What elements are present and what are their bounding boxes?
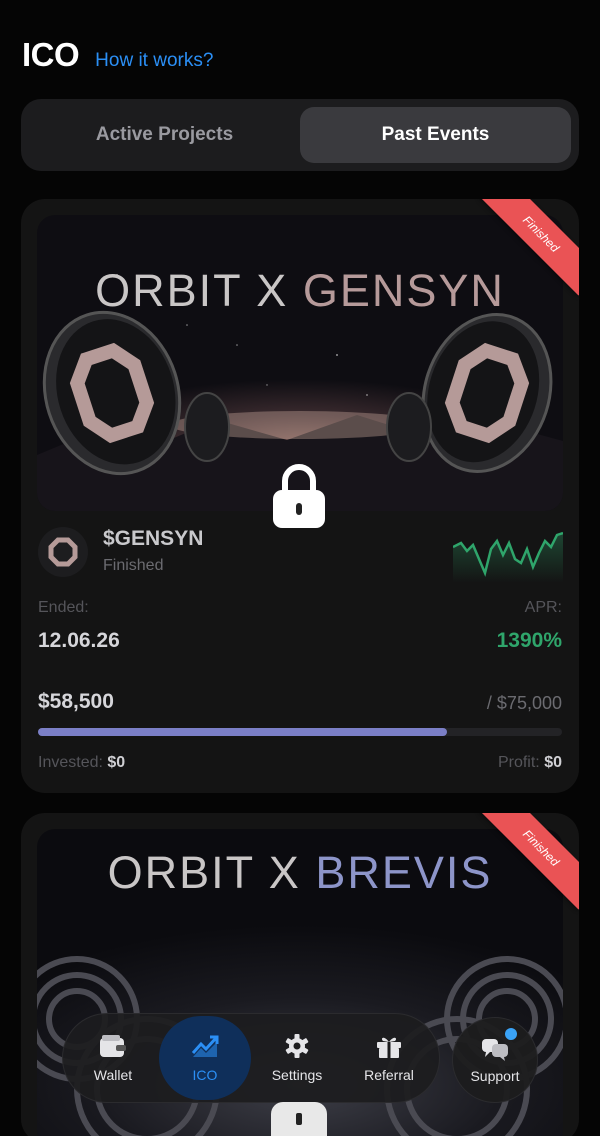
wallet-icon (100, 1035, 126, 1057)
tab-active-projects[interactable]: Active Projects (29, 107, 300, 163)
price-sparkline (453, 531, 563, 583)
nav-label: ICO (192, 1067, 218, 1083)
banner-title-left: ORBIT X (107, 847, 301, 898)
apr-label: APR: (524, 599, 562, 616)
profit-value: $0 (544, 754, 562, 771)
raised-amount: $58,500 (38, 690, 114, 713)
raise-progress-fill (38, 728, 447, 736)
invested-label: Invested: (38, 754, 103, 771)
nav-referral[interactable]: Referral (343, 1016, 435, 1100)
nav-label: Settings (271, 1067, 323, 1083)
how-it-works-link[interactable]: How it works? (95, 50, 213, 72)
lock-handle-icon[interactable] (271, 1102, 327, 1136)
support-label: Support (470, 1068, 520, 1084)
support-button[interactable]: Support (452, 1017, 538, 1103)
gear-icon (285, 1034, 309, 1058)
nav-wallet[interactable]: Wallet (67, 1016, 159, 1100)
nav-ico[interactable]: ICO (159, 1016, 251, 1100)
ended-label: Ended: (38, 599, 89, 616)
banner-title: ORBIT X GENSYN (37, 265, 563, 317)
lock-icon (273, 464, 325, 528)
banner-title-right: GENSYN (302, 265, 505, 316)
profit-info: Profit: $0 (498, 754, 562, 772)
banner-title-left: ORBIT X (95, 265, 289, 316)
invested-value: $0 (107, 754, 126, 771)
page-title: ICO (22, 36, 80, 73)
tab-past-events[interactable]: Past Events (300, 107, 571, 163)
banner-title: ORBIT X BREVIS (37, 847, 563, 899)
nav-label: Referral (364, 1067, 414, 1083)
token-status: Finished (103, 557, 164, 574)
page-header: ICO How it works? (22, 36, 213, 76)
profit-label: Profit: (497, 754, 540, 771)
invested-info: Invested: $0 (38, 754, 125, 772)
project-segment-control: Active Projects Past Events (21, 99, 579, 171)
chart-up-icon (191, 1035, 219, 1057)
token-symbol: $GENSYN (103, 527, 204, 550)
bottom-nav: Wallet ICO Settings Referral (62, 1013, 440, 1103)
apr-value: 1390% (496, 629, 562, 652)
raise-progress-bar (38, 728, 562, 736)
notification-dot (505, 1028, 517, 1040)
token-logo-icon (38, 527, 88, 577)
nav-settings[interactable]: Settings (251, 1016, 343, 1100)
chat-bubbles-icon (482, 1039, 508, 1061)
ended-date: 12.06.26 (38, 629, 120, 652)
goal-amount: / $75,000 (486, 693, 562, 713)
banner-title-right: BREVIS (315, 847, 493, 898)
gift-icon (377, 1037, 401, 1058)
nav-label: Wallet (93, 1067, 133, 1083)
